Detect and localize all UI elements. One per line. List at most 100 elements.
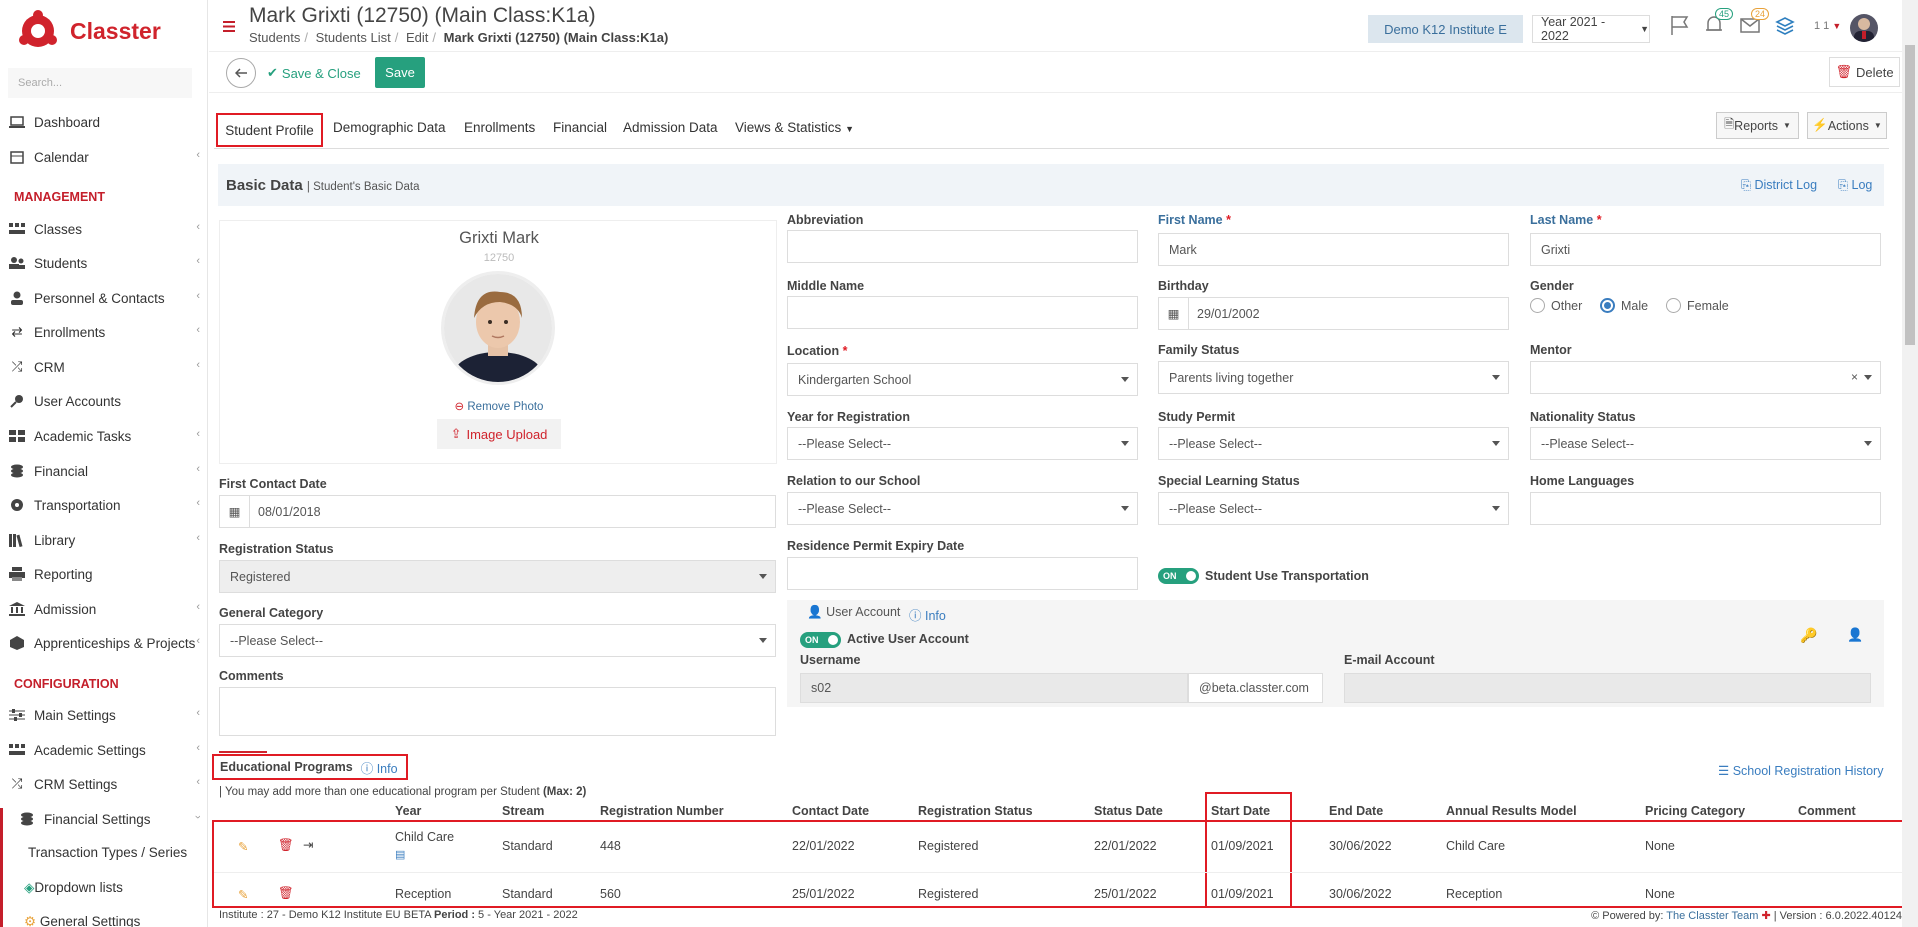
email-account-input[interactable]: [1344, 673, 1871, 703]
edit-icon[interactable]: ✎: [238, 887, 248, 902]
user-menu[interactable]: 1 1 ▼: [1814, 20, 1841, 44]
user-account-info-link[interactable]: ⓘ Info: [909, 605, 946, 624]
remove-photo-link[interactable]: ⊖ Remove Photo: [220, 399, 778, 413]
mentor-select[interactable]: ×: [1530, 361, 1881, 394]
abbreviation-input[interactable]: [787, 230, 1138, 263]
bell-icon[interactable]: 45: [1703, 8, 1733, 38]
year-select[interactable]: Year 2021 - 2022 ▼: [1532, 15, 1650, 43]
residence-permit-input[interactable]: [787, 557, 1138, 590]
sidebar-item-dashboard[interactable]: Dashboard: [0, 109, 207, 135]
save-close-button[interactable]: ✔ Save & Close: [267, 58, 361, 88]
hamburger-menu-icon[interactable]: [223, 21, 235, 32]
middle-name-input[interactable]: [787, 296, 1138, 329]
tab-views-statistics[interactable]: Views & Statistics ▼: [735, 120, 854, 135]
sidebar-item-financial[interactable]: Financial ‹: [0, 458, 207, 484]
log-link[interactable]: ⎘ Log: [1838, 178, 1872, 193]
sidebar-item-calendar[interactable]: Calendar ‹: [0, 144, 207, 170]
sidebar-item-academic-tasks[interactable]: Academic Tasks ‹: [0, 423, 207, 449]
birthday-date-field[interactable]: ▦ 29/01/2002: [1158, 297, 1509, 330]
user-account-title: 👤 User Account: [807, 605, 901, 619]
family-status-select[interactable]: Parents living together: [1158, 361, 1509, 394]
district-log-link[interactable]: ⎘ District Log: [1741, 178, 1817, 193]
brand-logo[interactable]: Classter: [18, 10, 161, 52]
sign-in-icon[interactable]: ⇥: [303, 837, 313, 852]
username-input[interactable]: s02: [800, 673, 1188, 703]
nationality-status-select[interactable]: --Please Select--: [1530, 427, 1881, 460]
sidebar-item-library[interactable]: Library ‹: [0, 527, 207, 553]
general-category-select[interactable]: --Please Select--: [219, 624, 776, 657]
sidebar-item-personnel[interactable]: Personnel & Contacts ‹: [0, 285, 207, 311]
sidebar-item-enrollments[interactable]: ⇄ Enrollments ‹: [0, 319, 207, 345]
breadcrumb-edit[interactable]: Edit: [406, 30, 428, 45]
edu-info-link[interactable]: ⓘ Info: [361, 758, 398, 777]
active-user-toggle[interactable]: ON: [800, 632, 841, 648]
flag-icon[interactable]: [1669, 14, 1693, 38]
sidebar-item-main-settings[interactable]: Main Settings ‹: [0, 702, 207, 728]
reports-button[interactable]: 🗎 Reports ▼: [1716, 112, 1799, 139]
transportation-toggle[interactable]: ON: [1158, 568, 1199, 584]
study-permit-select[interactable]: --Please Select--: [1158, 427, 1509, 460]
comments-textarea[interactable]: [219, 687, 776, 736]
sidebar-search-input[interactable]: [8, 68, 192, 98]
sidebar-subitem-transaction-types[interactable]: Transaction Types / Series: [28, 845, 187, 860]
first-name-input[interactable]: Mark: [1158, 233, 1509, 266]
trash-icon[interactable]: 🗑: [278, 886, 294, 901]
user-settings-icon[interactable]: 👤: [1847, 627, 1863, 643]
sidebar-item-classes[interactable]: Classes ‹: [0, 216, 207, 242]
domain-addon: @beta.classter.com: [1188, 673, 1323, 703]
sidebar-item-user-accounts[interactable]: User Accounts: [0, 388, 207, 414]
sidebar-item-label: Financial Settings: [44, 811, 151, 827]
document-icon[interactable]: ▤: [395, 848, 405, 861]
sidebar-item-transportation[interactable]: Transportation ‹: [0, 492, 207, 518]
cube-icon: [8, 636, 26, 650]
year-registration-select[interactable]: --Please Select--: [787, 427, 1138, 460]
tab-admission-data[interactable]: Admission Data: [623, 120, 718, 135]
breadcrumb-students[interactable]: Students: [249, 30, 300, 45]
home-languages-input[interactable]: [1530, 492, 1881, 525]
tab-enrollments[interactable]: Enrollments: [464, 120, 535, 135]
mail-icon[interactable]: 24: [1739, 8, 1769, 38]
gender-radio-male[interactable]: Male: [1600, 298, 1648, 313]
sidebar-subitem-general-settings[interactable]: ⚙ General Settings: [24, 914, 140, 927]
tab-demographic-data[interactable]: Demographic Data: [333, 120, 446, 135]
scrollbar-thumb[interactable]: [1905, 45, 1915, 345]
gender-radio-other[interactable]: Other: [1530, 298, 1582, 313]
tab-financial[interactable]: Financial: [553, 120, 607, 135]
sidebar-item-financial-settings[interactable]: Financial Settings ‹: [10, 806, 207, 832]
location-select[interactable]: Kindergarten School: [787, 363, 1138, 396]
key-icon[interactable]: 🔑: [1800, 627, 1817, 644]
trash-icon[interactable]: 🗑: [278, 838, 294, 853]
relation-school-select[interactable]: --Please Select--: [787, 492, 1138, 525]
clear-icon[interactable]: ×: [1851, 370, 1858, 384]
special-learning-select[interactable]: --Please Select--: [1158, 492, 1509, 525]
sidebar-item-crm-settings[interactable]: ⤮ CRM Settings ‹: [0, 771, 207, 797]
classter-team-link[interactable]: The Classter Team: [1666, 910, 1758, 922]
col-registration-number: Registration Number: [600, 804, 724, 818]
layers-icon[interactable]: [1774, 14, 1798, 38]
registration-history-link[interactable]: ☰ School Registration History: [1718, 763, 1883, 778]
radio-button: [1530, 298, 1545, 313]
institute-button[interactable]: Demo K12 Institute E: [1368, 15, 1523, 43]
sidebar-item-academic-settings[interactable]: Academic Settings ‹: [0, 737, 207, 763]
sidebar-item-students[interactable]: Students ‹: [0, 250, 207, 276]
sidebar-item-crm[interactable]: ⤮ CRM ‹: [0, 354, 207, 380]
middle-name-label: Middle Name: [787, 279, 865, 293]
grid-icon: [8, 429, 26, 443]
tab-student-profile[interactable]: Student Profile: [216, 113, 323, 147]
sidebar-item-apprenticeships[interactable]: Apprenticeships & Projects ‹: [0, 630, 207, 656]
last-name-input[interactable]: Grixti: [1530, 233, 1881, 266]
registration-status-select[interactable]: Registered: [219, 560, 776, 593]
save-button[interactable]: Save: [375, 57, 425, 88]
sidebar-item-admission[interactable]: Admission ‹: [0, 596, 207, 622]
actions-button[interactable]: ⚡ Actions ▼: [1807, 112, 1887, 139]
edit-icon[interactable]: ✎: [238, 839, 248, 854]
first-contact-date-field[interactable]: ▦ 08/01/2018: [219, 495, 776, 528]
sidebar-item-reporting[interactable]: Reporting: [0, 561, 207, 587]
gender-radio-female[interactable]: Female: [1666, 298, 1729, 313]
delete-button[interactable]: 🗑 Delete: [1829, 57, 1900, 87]
image-upload-button[interactable]: ⇪ Image Upload: [437, 419, 561, 449]
back-button[interactable]: [226, 58, 256, 88]
breadcrumb-students-list[interactable]: Students List: [316, 30, 391, 45]
avatar[interactable]: [1850, 14, 1878, 42]
sidebar-subitem-dropdown-lists[interactable]: ◈Dropdown lists: [24, 880, 123, 896]
